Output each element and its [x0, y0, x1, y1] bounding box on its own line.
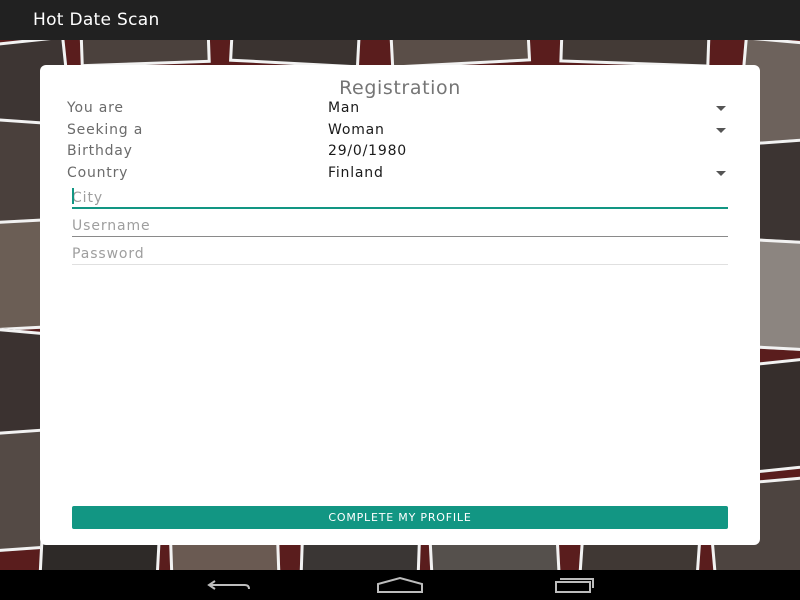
gender-value: Man [328, 100, 360, 116]
back-button[interactable] [199, 570, 259, 600]
country-value: Finland [328, 165, 384, 181]
seeking-select[interactable]: Seeking a Woman [67, 122, 730, 143]
dropdown-arrow-icon [716, 106, 726, 111]
screen: Hot Date Scan Registration You are Man S… [0, 0, 800, 600]
country-select[interactable]: Country Finland [67, 165, 730, 186]
city-field [72, 187, 728, 209]
username-field [72, 215, 728, 237]
username-underline [72, 236, 728, 237]
birthday-picker[interactable]: Birthday 29/0/1980 [67, 143, 730, 164]
city-input[interactable] [72, 188, 728, 208]
birthday-label: Birthday [67, 143, 133, 159]
photo-tile [559, 40, 711, 68]
gender-label: You are [67, 100, 124, 116]
system-nav-bar [0, 570, 800, 600]
country-label: Country [67, 165, 129, 181]
recents-button[interactable] [542, 570, 602, 600]
city-underline [72, 207, 728, 209]
card-title: Registration [339, 77, 461, 99]
seeking-value: Woman [328, 122, 385, 138]
username-input[interactable] [72, 216, 728, 236]
complete-profile-button[interactable]: COMPLETE MY PROFILE [72, 506, 728, 529]
recents-icon [555, 578, 594, 593]
dropdown-arrow-icon [716, 128, 726, 133]
password-underline [72, 264, 728, 265]
dropdown-arrow-icon [716, 171, 726, 176]
password-input[interactable] [72, 244, 728, 264]
gender-select[interactable]: You are Man [67, 100, 730, 121]
home-icon [377, 576, 423, 593]
seeking-label: Seeking a [67, 122, 144, 138]
home-button[interactable] [370, 570, 430, 600]
birthday-value: 29/0/1980 [328, 143, 407, 159]
text-cursor [72, 188, 74, 204]
app-title: Hot Date Scan [33, 10, 160, 30]
action-bar: Hot Date Scan [0, 0, 800, 40]
photo-tile [79, 40, 211, 68]
back-icon [207, 580, 250, 590]
password-field [72, 243, 728, 265]
registration-card: Registration You are Man Seeking a Woman… [40, 65, 760, 545]
